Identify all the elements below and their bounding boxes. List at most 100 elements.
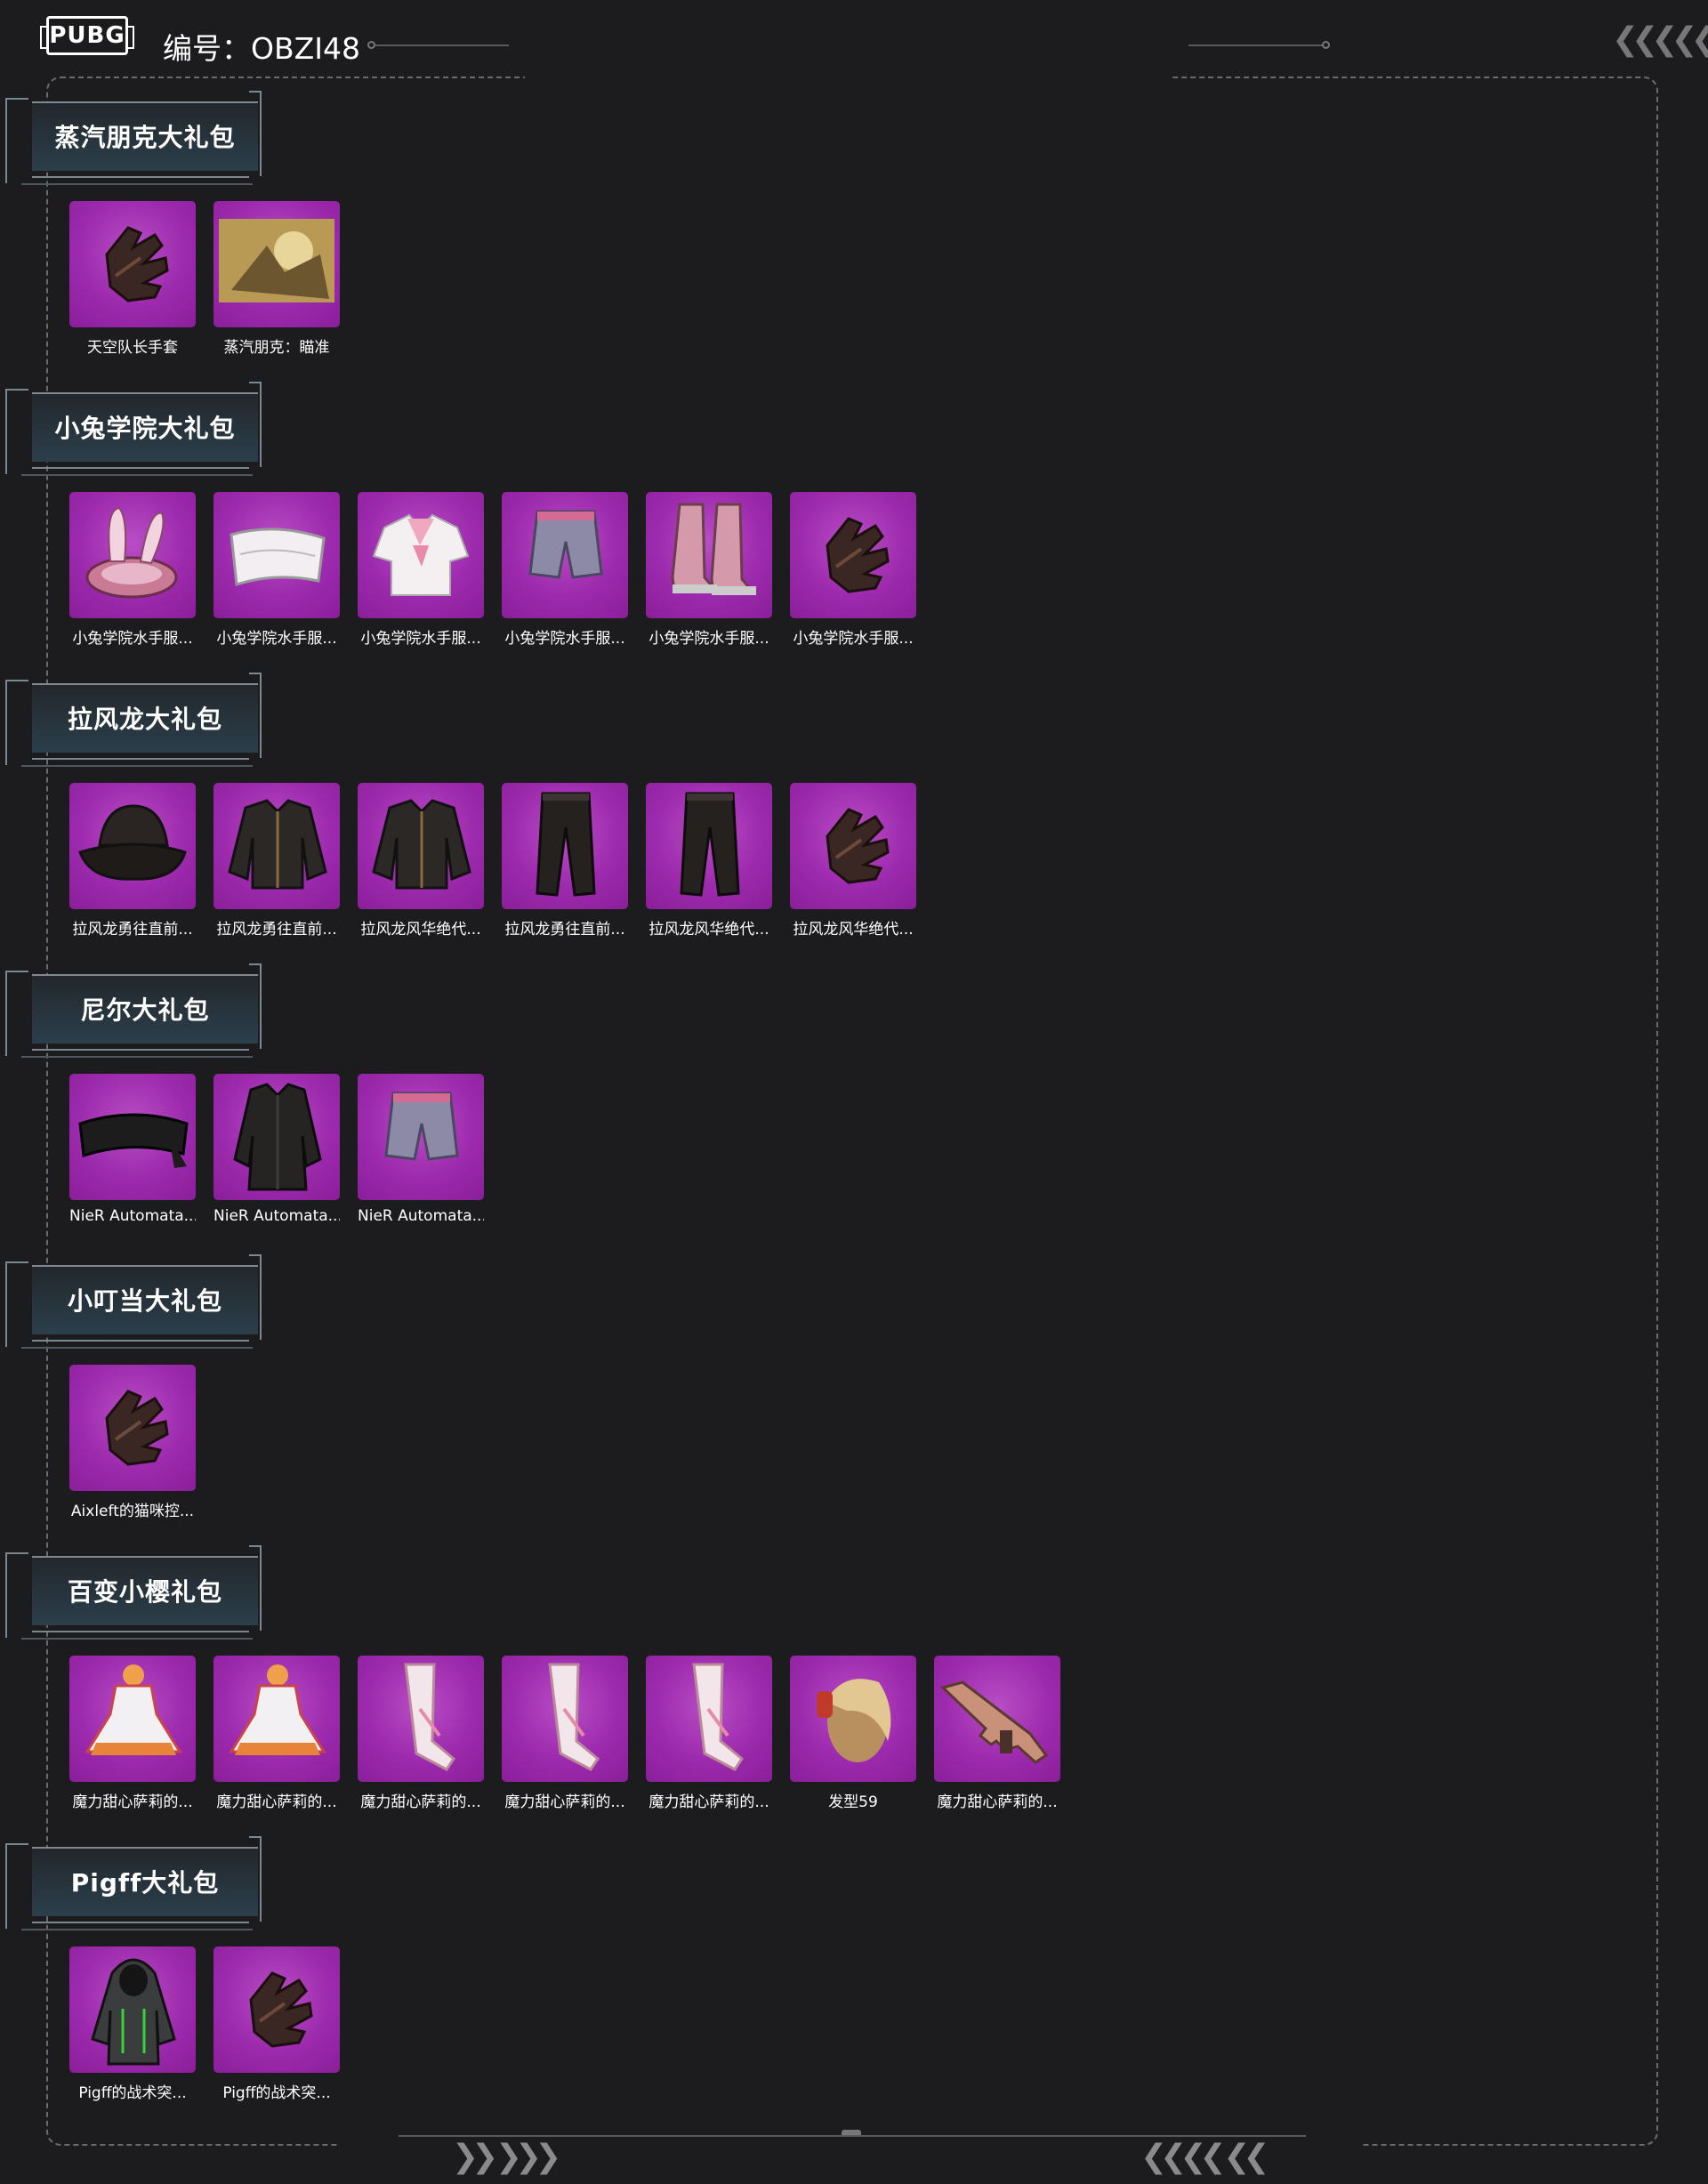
item-thumbnail[interactable] bbox=[502, 492, 628, 618]
item-card[interactable]: 魔力甜心萨莉的... bbox=[646, 1656, 772, 1811]
item-card[interactable]: Aixleft的猫咪控... bbox=[69, 1365, 196, 1520]
boots-icon bbox=[671, 503, 756, 595]
item-caption: Pigff的战术突... bbox=[222, 2084, 331, 2102]
section-bracket bbox=[5, 1843, 28, 1929]
item-card[interactable]: 拉风龙勇往直前... bbox=[69, 783, 196, 939]
item-thumbnail[interactable] bbox=[790, 1656, 916, 1782]
item-thumbnail[interactable] bbox=[214, 1656, 340, 1782]
item-caption: 拉风龙勇往直前... bbox=[504, 921, 625, 939]
item-caption: 发型59 bbox=[828, 1793, 878, 1811]
item-thumbnail[interactable] bbox=[214, 492, 340, 618]
divider-dot bbox=[367, 41, 375, 49]
item-thumbnail[interactable] bbox=[358, 1074, 484, 1200]
item-thumbnail[interactable] bbox=[934, 1656, 1060, 1782]
shorts-icon bbox=[528, 510, 603, 579]
item-thumbnail[interactable] bbox=[69, 1656, 196, 1782]
item-thumbnail[interactable] bbox=[646, 492, 772, 618]
item-thumbnail[interactable] bbox=[214, 1946, 340, 2073]
item-thumbnail[interactable] bbox=[358, 492, 484, 618]
chevron-left-icon: ❮❮❮❮❮ bbox=[1612, 21, 1708, 58]
item-card[interactable]: Pigff的战术突... bbox=[214, 1946, 340, 2102]
item-grid: Aixleft的猫咪控... bbox=[69, 1365, 196, 1520]
stocking-icon bbox=[404, 1663, 455, 1771]
bunny-hat-icon bbox=[85, 506, 178, 599]
item-thumbnail[interactable] bbox=[502, 783, 628, 909]
item-thumbnail[interactable] bbox=[790, 783, 916, 909]
stocking-icon bbox=[548, 1663, 600, 1771]
item-thumbnail[interactable] bbox=[646, 783, 772, 909]
item-thumbnail[interactable] bbox=[69, 492, 196, 618]
stocking-icon bbox=[692, 1663, 744, 1771]
glove-icon bbox=[826, 517, 890, 593]
glove-icon bbox=[826, 808, 890, 884]
item-thumbnail[interactable] bbox=[502, 1656, 628, 1782]
item-card[interactable]: 魔力甜心萨莉的... bbox=[358, 1656, 484, 1811]
item-caption: 小兔学院水手服... bbox=[649, 630, 769, 648]
item-thumbnail[interactable] bbox=[69, 201, 196, 327]
item-thumbnail[interactable] bbox=[214, 201, 340, 327]
item-thumbnail[interactable] bbox=[69, 1074, 196, 1200]
item-thumbnail[interactable] bbox=[358, 783, 484, 909]
pubg-logo: PUBG bbox=[40, 16, 134, 55]
dress-icon bbox=[229, 1664, 326, 1755]
item-card[interactable]: Pigff的战术突... bbox=[69, 1946, 196, 2102]
hoodie-icon bbox=[91, 1958, 176, 2066]
item-thumbnail[interactable] bbox=[69, 1946, 196, 2073]
item-card[interactable]: 小兔学院水手服... bbox=[502, 492, 628, 648]
frame-gap bbox=[525, 71, 1171, 82]
item-card[interactable]: 拉风龙勇往直前... bbox=[214, 783, 340, 939]
section-title: 百变小樱礼包 bbox=[67, 1577, 222, 1607]
jacket-icon bbox=[228, 799, 327, 890]
section-underline bbox=[21, 1056, 253, 1058]
item-thumbnail[interactable] bbox=[214, 1074, 340, 1200]
section-bracket bbox=[5, 680, 28, 765]
section-underline bbox=[21, 1638, 253, 1640]
item-card[interactable]: 拉风龙勇往直前... bbox=[502, 783, 628, 939]
item-card[interactable]: NieR Automata... bbox=[214, 1074, 340, 1225]
item-thumbnail[interactable] bbox=[214, 783, 340, 909]
item-thumbnail[interactable] bbox=[69, 1365, 196, 1491]
bucket-hat-icon bbox=[78, 804, 187, 881]
item-card[interactable]: 魔力甜心萨莉的... bbox=[69, 1656, 196, 1811]
item-caption: 魔力甜心萨莉的... bbox=[937, 1793, 1058, 1811]
item-thumbnail[interactable] bbox=[790, 492, 916, 618]
item-caption: 天空队长手套 bbox=[87, 339, 178, 357]
item-card[interactable]: 小兔学院水手服... bbox=[646, 492, 772, 648]
pants-icon bbox=[680, 792, 740, 897]
item-caption: 小兔学院水手服... bbox=[360, 630, 481, 648]
item-caption: NieR Automata... bbox=[69, 1207, 196, 1225]
item-thumbnail[interactable] bbox=[646, 1656, 772, 1782]
item-grid: NieR Automata... NieR Automata... NieR Aut… bbox=[69, 1074, 484, 1225]
item-card[interactable]: 魔力甜心萨莉的... bbox=[502, 1656, 628, 1811]
glove-icon bbox=[105, 226, 169, 302]
item-card[interactable]: 天空队长手套 bbox=[69, 201, 196, 357]
header-divider bbox=[375, 44, 509, 46]
item-card[interactable]: NieR Automata... bbox=[69, 1074, 196, 1225]
shirt-icon bbox=[372, 513, 470, 596]
item-card[interactable]: 蒸汽朋克：瞄准 bbox=[214, 201, 340, 357]
blindfold-icon bbox=[78, 1113, 189, 1168]
section-underline bbox=[21, 1347, 253, 1349]
item-card[interactable]: 拉风龙风华绝代... bbox=[646, 783, 772, 939]
item-thumbnail[interactable] bbox=[358, 1656, 484, 1782]
pants-icon bbox=[536, 792, 596, 897]
item-card[interactable]: 拉风龙风华绝代... bbox=[790, 783, 916, 939]
item-card[interactable]: 魔力甜心萨莉的... bbox=[214, 1656, 340, 1811]
item-card[interactable]: 小兔学院水手服... bbox=[214, 492, 340, 648]
item-card[interactable]: 小兔学院水手服... bbox=[69, 492, 196, 648]
item-caption: 蒸汽朋克：瞄准 bbox=[223, 339, 330, 357]
item-thumbnail[interactable] bbox=[69, 783, 196, 909]
chevron-right-icon: ❯❯ ❯❯❯ bbox=[452, 2139, 561, 2175]
header-divider bbox=[1188, 44, 1324, 46]
item-caption: 小兔学院水手服... bbox=[793, 630, 914, 648]
item-card[interactable]: 拉风龙风华绝代... bbox=[358, 783, 484, 939]
item-card[interactable]: NieR Automata... bbox=[358, 1074, 484, 1225]
section-bracket bbox=[5, 1552, 28, 1638]
glove-icon bbox=[249, 1971, 313, 2048]
item-caption: 小兔学院水手服... bbox=[216, 630, 337, 648]
item-card[interactable]: 发型59 bbox=[790, 1656, 916, 1811]
item-card[interactable]: 魔力甜心萨莉的... bbox=[934, 1656, 1060, 1811]
item-caption: 拉风龙风华绝代... bbox=[793, 921, 914, 939]
item-card[interactable]: 小兔学院水手服... bbox=[358, 492, 484, 648]
item-card[interactable]: 小兔学院水手服... bbox=[790, 492, 916, 648]
